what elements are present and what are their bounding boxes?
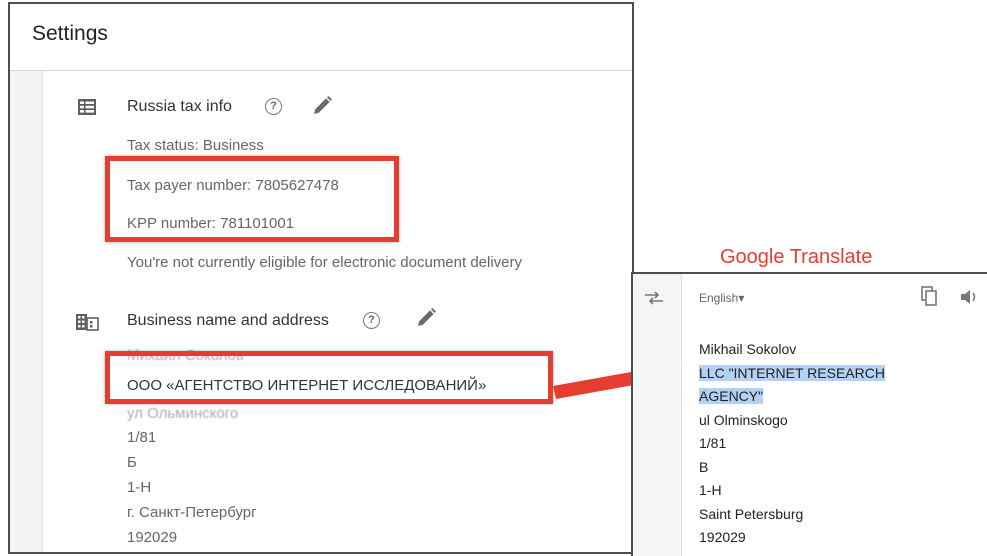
copy-icon[interactable]	[921, 286, 937, 311]
translated-city: Saint Petersburg	[699, 505, 804, 522]
translate-panel: English▾ Mikhail Sokolov LLC "INTERNET R…	[631, 272, 987, 556]
translated-company-line-1: LLC "INTERNET RESEARCH	[699, 362, 885, 386]
translated-building: 1/81	[699, 435, 727, 451]
translated-company-line-2: AGENCY"	[699, 385, 885, 409]
target-language-select[interactable]: English▾	[699, 291, 744, 305]
translated-street: ul Olminskogo	[699, 411, 788, 428]
swap-languages-icon[interactable]	[643, 290, 665, 311]
translation-output: Mikhail Sokolov LLC "INTERNET RESEARCH A…	[699, 338, 885, 550]
highlighted-text: LLC "INTERNET RESEARCH	[699, 364, 885, 381]
highlighted-text: AGENCY"	[699, 388, 764, 404]
google-translate-label: Google Translate	[720, 246, 873, 268]
translated-unit: 1-H	[699, 482, 722, 498]
translated-postal: 192029	[699, 529, 746, 545]
translate-left-column	[633, 274, 682, 556]
speaker-icon[interactable]	[960, 289, 980, 310]
translated-name: Mikhail Sokolov	[699, 341, 797, 357]
translated-letter: B	[699, 458, 709, 475]
screenshot-root: Settings Russia tax info ? Tax status: B…	[0, 0, 987, 556]
